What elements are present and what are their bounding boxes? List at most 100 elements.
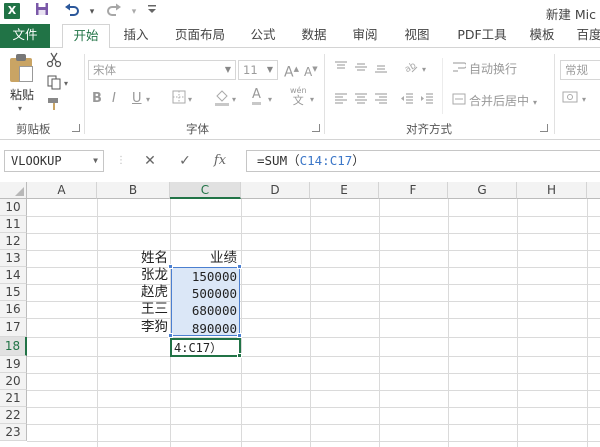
shrink-font-button[interactable]: A▼ xyxy=(304,60,318,81)
borders-dropdown-icon[interactable]: ▾ xyxy=(188,91,192,109)
cell-c13[interactable]: 业绩 xyxy=(173,250,237,267)
cut-icon[interactable] xyxy=(46,52,62,73)
align-bottom-icon[interactable] xyxy=(374,60,388,79)
orientation-dropdown-icon[interactable]: ▾ xyxy=(422,61,426,79)
redo-dropdown-icon[interactable]: ▾ xyxy=(124,2,144,22)
row-header-23[interactable]: 23 xyxy=(0,424,27,441)
column-header-e[interactable]: E xyxy=(310,182,379,199)
fill-color-icon[interactable] xyxy=(214,88,230,111)
row-header-16[interactable]: 16 xyxy=(0,301,27,318)
merge-center-button[interactable]: 合并后居中 ▾ xyxy=(452,92,537,112)
column-header-d[interactable]: D xyxy=(241,182,310,199)
column-header-g[interactable]: G xyxy=(448,182,517,199)
font-size-dropdown[interactable]: 11 ▼ xyxy=(238,60,278,80)
row-header-18[interactable]: 18 xyxy=(0,337,27,356)
cancel-icon[interactable]: ✕ xyxy=(140,151,160,171)
column-header-b[interactable]: B xyxy=(97,182,170,199)
redo-icon[interactable] xyxy=(104,2,124,22)
increase-indent-icon[interactable] xyxy=(420,92,434,111)
tab-templates[interactable]: 模板 xyxy=(523,24,561,48)
phonetic-button[interactable]: wén 文 xyxy=(290,86,307,107)
row-header-10[interactable]: 10 xyxy=(0,199,27,216)
row-header-19[interactable]: 19 xyxy=(0,356,27,373)
borders-icon[interactable] xyxy=(172,90,186,109)
align-center-icon[interactable] xyxy=(354,92,368,111)
tab-pdf-tools[interactable]: PDF工具 xyxy=(452,24,512,48)
tab-file[interactable]: 文件 xyxy=(0,24,50,48)
customize-icon[interactable] xyxy=(142,2,162,22)
column-header-c[interactable]: C xyxy=(170,182,241,199)
insert-function-icon[interactable]: fx xyxy=(210,151,230,171)
cell-b17[interactable]: 李狗 xyxy=(100,319,168,336)
fill-color-dropdown-icon[interactable]: ▾ xyxy=(232,91,236,109)
align-middle-icon[interactable] xyxy=(354,60,368,79)
cell-c14[interactable]: 150000 xyxy=(173,268,237,285)
column-header-a[interactable]: A xyxy=(27,182,97,199)
font-color-button[interactable]: A xyxy=(252,88,261,105)
column-header-f[interactable]: F xyxy=(379,182,448,199)
alignment-launcher-icon[interactable] xyxy=(540,124,548,132)
cell-c16[interactable]: 680000 xyxy=(173,302,237,319)
row-header-15[interactable]: 15 xyxy=(0,284,27,301)
tab-home[interactable]: 开始 xyxy=(62,24,110,49)
underline-dropdown-icon[interactable]: ▾ xyxy=(146,91,150,109)
font-launcher-icon[interactable] xyxy=(312,124,320,132)
clipboard-launcher-icon[interactable] xyxy=(72,124,80,132)
save-icon[interactable] xyxy=(32,2,52,22)
tab-view[interactable]: 视图 xyxy=(398,24,436,48)
tab-page-layout[interactable]: 页面布局 xyxy=(170,24,230,48)
paste-icon[interactable] xyxy=(10,54,34,82)
accounting-dropdown-icon[interactable]: ▾ xyxy=(582,91,586,109)
row-header-17[interactable]: 17 xyxy=(0,318,27,337)
orientation-icon[interactable]: ab xyxy=(402,58,418,79)
cell-b15[interactable]: 赵虎 xyxy=(100,284,168,301)
select-all-corner[interactable] xyxy=(0,182,27,199)
decrease-indent-icon[interactable] xyxy=(400,92,414,111)
bold-button[interactable]: B xyxy=(92,90,102,108)
number-format-dropdown[interactable]: 常规 xyxy=(560,60,600,80)
row-header-22[interactable]: 22 xyxy=(0,407,27,424)
cell-b16[interactable]: 王三 xyxy=(100,301,168,318)
column-header-partial[interactable] xyxy=(587,182,600,199)
row-header-11[interactable]: 11 xyxy=(0,216,27,233)
grow-font-button[interactable]: A▲ xyxy=(284,60,299,82)
tab-formulas[interactable]: 公式 xyxy=(244,24,282,48)
phonetic-dropdown-icon[interactable]: ▾ xyxy=(310,91,314,109)
undo-dropdown-icon[interactable]: ▾ xyxy=(82,2,102,22)
font-name-dropdown[interactable]: 宋体 ▼ xyxy=(88,60,236,80)
tab-baidu[interactable]: 百度 xyxy=(570,24,600,48)
active-cell-c18[interactable]: 4:C17） xyxy=(170,338,241,357)
row-header-13[interactable]: 13 xyxy=(0,250,27,267)
paste-dropdown-icon[interactable]: ▾ xyxy=(18,100,22,118)
document-title: 新建 Mic xyxy=(545,7,596,22)
row-header-20[interactable]: 20 xyxy=(0,373,27,390)
formula-input[interactable]: =SUM（C14:C17） xyxy=(246,150,600,172)
cell-b13[interactable]: 姓名 xyxy=(100,250,168,267)
tab-insert[interactable]: 插入 xyxy=(115,24,157,48)
row-header-21[interactable]: 21 xyxy=(0,390,27,407)
format-painter-icon[interactable] xyxy=(46,96,62,117)
accounting-format-icon[interactable] xyxy=(562,90,580,109)
align-left-icon[interactable] xyxy=(334,92,348,111)
font-color-dropdown-icon[interactable]: ▾ xyxy=(268,91,272,109)
wrap-text-button[interactable]: 自动换行 xyxy=(452,60,517,79)
column-header-h[interactable]: H xyxy=(517,182,587,199)
cell-b14[interactable]: 张龙 xyxy=(100,267,168,284)
underline-button[interactable]: U xyxy=(132,90,142,108)
row-header-12[interactable]: 12 xyxy=(0,233,27,250)
copy-icon[interactable] xyxy=(46,74,62,95)
tab-review[interactable]: 审阅 xyxy=(346,24,384,48)
align-top-icon[interactable] xyxy=(334,60,348,79)
fill-handle[interactable] xyxy=(237,353,242,358)
copy-dropdown-icon[interactable]: ▾ xyxy=(64,75,68,93)
align-right-icon[interactable] xyxy=(374,92,388,111)
row-header-14[interactable]: 14 xyxy=(0,267,27,284)
undo-icon[interactable] xyxy=(62,2,82,22)
enter-icon[interactable]: ✓ xyxy=(175,151,195,171)
name-box[interactable]: VLOOKUP ▼ xyxy=(4,150,104,172)
italic-button[interactable]: I xyxy=(112,90,116,108)
tab-data[interactable]: 数据 xyxy=(295,24,333,48)
range-handle-top-right[interactable] xyxy=(237,264,242,269)
cell-c17[interactable]: 890000 xyxy=(173,320,237,337)
cell-c15[interactable]: 500000 xyxy=(173,285,237,302)
